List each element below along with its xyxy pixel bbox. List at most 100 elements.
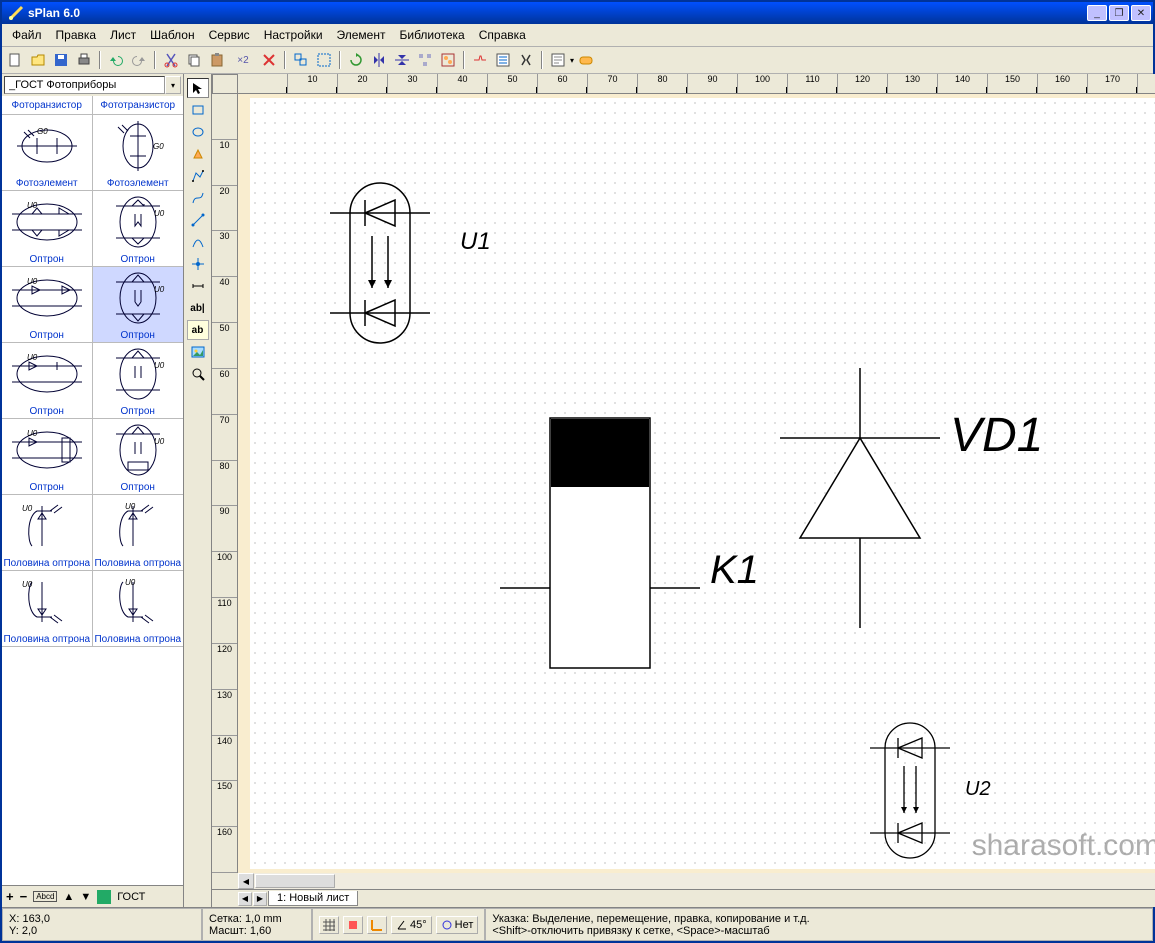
library-dropdown-button[interactable]: ▾ [165,76,181,94]
library-item[interactable]: G0 Фотоэлемент [2,115,93,190]
library-item[interactable]: U0 Оптрон [93,419,184,494]
new-button[interactable] [4,49,26,71]
menu-template[interactable]: Шаблон [144,26,200,44]
print-button[interactable] [73,49,95,71]
sheet-tab[interactable]: 1: Новый лист [268,891,358,906]
watermark: sharasoft.com [972,829,1155,863]
tool-zoom[interactable] [187,364,209,384]
tool-curve[interactable] [187,188,209,208]
restore-button[interactable]: ❐ [1109,5,1129,21]
library-item[interactable]: U0 Половина оптрона [2,571,93,646]
library-item[interactable]: U0 Оптрон [2,191,93,266]
library-item[interactable]: U0 Оптрон [93,191,184,266]
scroll-left-button[interactable]: ◀ [238,873,254,889]
group-button[interactable] [437,49,459,71]
library-item[interactable]: G0 Фотоэлемент [93,115,184,190]
svg-text:U0: U0 [27,277,38,286]
tool-rect[interactable] [187,100,209,120]
status-zoom: Масшт: 1,60 [209,925,271,937]
save-button[interactable] [50,49,72,71]
component-label: U1 [460,228,491,256]
tool-pointer[interactable] [187,78,209,98]
svg-text:U0: U0 [22,504,33,513]
grid-toggle-button[interactable] [319,916,339,934]
mirror-v-button[interactable] [391,49,413,71]
svg-text:U0: U0 [22,580,33,589]
close-button[interactable]: ✕ [1131,5,1151,21]
canvas[interactable]: U1 K1 [238,94,1155,873]
rotate-button[interactable] [345,49,367,71]
menu-settings[interactable]: Настройки [258,26,329,44]
library-item[interactable]: U0 Половина оптрона [93,495,184,570]
menu-sheet[interactable]: Лист [104,26,142,44]
paste-x2-button[interactable]: ×2 [229,49,257,71]
component-u1[interactable]: U1 [330,178,450,361]
component-k1[interactable]: K1 [500,408,700,681]
open-button[interactable] [27,49,49,71]
cut-button[interactable] [160,49,182,71]
delete-button[interactable] [258,49,280,71]
ruler-vertical[interactable]: 102030405060708090100110120130140150160 [212,94,238,873]
tool-shape[interactable] [187,144,209,164]
lib-down-button[interactable]: ▼ [80,891,91,903]
tool-bezier[interactable] [187,232,209,252]
lib-remove-button[interactable]: − [20,889,28,904]
library-item[interactable]: U0 Оптрон [2,419,93,494]
undo-button[interactable] [105,49,127,71]
tool-image[interactable] [187,342,209,362]
tool-dimension[interactable] [187,276,209,296]
highlight-button[interactable] [575,49,597,71]
library-item[interactable]: Фототранзистор [93,96,184,114]
tab-nav-last[interactable]: ▶ [253,892,267,906]
main-toolbar: ×2 ▾ [2,47,1153,74]
snap-button[interactable] [469,49,491,71]
menu-file[interactable]: Файл [6,26,48,44]
snap-mode-button[interactable]: Нет [436,916,479,934]
select-all-button[interactable] [313,49,335,71]
tool-poly[interactable] [187,166,209,186]
lib-rename-button[interactable]: Abcd [33,891,57,902]
horizontal-scrollbar[interactable]: ◀ ▶ [238,873,1155,889]
scroll-thumb-h[interactable] [255,874,335,888]
paste-button[interactable] [206,49,228,71]
menu-element[interactable]: Элемент [331,26,392,44]
ortho-toggle-button[interactable] [367,916,387,934]
lib-up-button[interactable]: ▲ [63,891,74,903]
copy-button[interactable] [183,49,205,71]
duplicate-button[interactable] [290,49,312,71]
tool-text[interactable]: ab| [187,298,209,318]
minimize-button[interactable]: _ [1087,5,1107,21]
lib-add-button[interactable]: + [6,889,14,904]
tool-node[interactable] [187,254,209,274]
library-item[interactable]: U0 Оптрон [2,267,93,342]
ruler-horizontal[interactable]: 1020304050607080901001101201301401501601… [238,74,1155,94]
list-button[interactable] [492,49,514,71]
menu-help[interactable]: Справка [473,26,532,44]
angle-button[interactable]: 45° [391,916,432,934]
redo-button[interactable] [128,49,150,71]
library-item[interactable]: U0 Половина оптрона [2,495,93,570]
status-coord-x: X: 163,0 [9,913,50,925]
library-item-selected[interactable]: U0 Оптрон [93,267,184,342]
snap-toggle-button[interactable] [343,916,363,934]
align-button[interactable] [414,49,436,71]
properties-button[interactable] [547,49,569,71]
library-item[interactable]: Фоторанзистор [2,96,93,114]
library-select[interactable] [4,76,165,94]
library-item[interactable]: U0 Оптрон [2,343,93,418]
tab-nav-first[interactable]: ◀ [238,892,252,906]
tool-line[interactable] [187,210,209,230]
menu-edit[interactable]: Правка [50,26,103,44]
library-item[interactable]: U0 Половина оптрона [93,571,184,646]
tool-textblock[interactable]: ab [187,320,209,340]
menu-service[interactable]: Сервис [203,26,256,44]
mirror-h-button[interactable] [368,49,390,71]
component-vd1[interactable]: VD1 [770,368,950,641]
lib-flag-icon [97,890,111,904]
find-button[interactable] [515,49,537,71]
menu-bar: Файл Правка Лист Шаблон Сервис Настройки… [2,24,1153,47]
tool-circle[interactable] [187,122,209,142]
library-item[interactable]: U0 Оптрон [93,343,184,418]
menu-library[interactable]: Библиотека [393,26,470,44]
component-u2[interactable]: U2 [870,718,970,871]
